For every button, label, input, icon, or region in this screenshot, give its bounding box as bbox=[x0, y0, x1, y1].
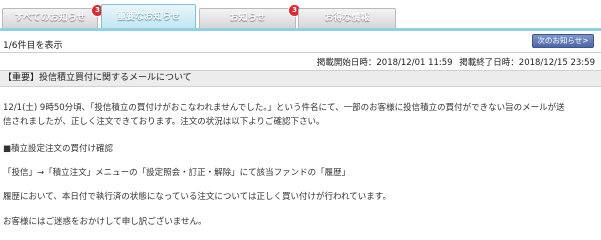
next-notice-button[interactable]: 次のお知らせ> bbox=[532, 34, 594, 48]
notice-title: 【重要】投信積立買付に関するメールについて bbox=[0, 70, 601, 87]
tab-all-notices[interactable]: すべてのお知らせ 3 bbox=[2, 4, 104, 28]
notice-paragraph-line: 12/1(土) 9時50分頃、「投信積立の買付けがおこなわれませんでした。」とい… bbox=[3, 103, 565, 113]
tab-label: お知らせ bbox=[229, 13, 266, 23]
tab-notices[interactable]: お知らせ 3 bbox=[199, 4, 301, 28]
apology-text: お客様にはご迷惑をおかけして申し訳ございません。 bbox=[3, 217, 207, 227]
result-count: 1/6件目を表示 bbox=[3, 41, 63, 51]
tab-label: 重要なお知らせ bbox=[117, 12, 180, 22]
publish-end-date: 掲載終了日時：2018/12/15 23:59 bbox=[459, 58, 595, 68]
tab-important-notices[interactable]: 重要なお知らせ bbox=[101, 4, 196, 29]
menu-path-text: 「投信」→「積立注文」メニューの「設定照会・訂正・解除」にて該当ファンドの「履歴… bbox=[3, 168, 351, 178]
tab-label: お得な情報 bbox=[324, 13, 370, 23]
notice-paragraph-line: 信されましたが、正しく注文できております。注文の状況は以下よりご確認下さい。 bbox=[3, 117, 325, 127]
tab-underline bbox=[0, 28, 601, 31]
history-note: 履歴において、本日付で執行済の状態になっている注文については正しく買い付けが行わ… bbox=[3, 192, 391, 202]
publish-dates: 掲載開始日時：2018/12/01 11:59 掲載終了日時：2018/12/1… bbox=[313, 56, 595, 68]
tab-bar: すべてのお知らせ 3 重要なお知らせ お知らせ 3 お得な情報 bbox=[0, 0, 601, 29]
divider bbox=[0, 52, 601, 53]
section-heading: ■積立設定注文の買付け確認 bbox=[3, 144, 114, 154]
tab-label: すべてのお知らせ bbox=[14, 13, 86, 23]
publish-start-date: 掲載開始日時：2018/12/01 11:59 bbox=[316, 58, 453, 68]
tab-deals[interactable]: お得な情報 bbox=[298, 8, 396, 28]
